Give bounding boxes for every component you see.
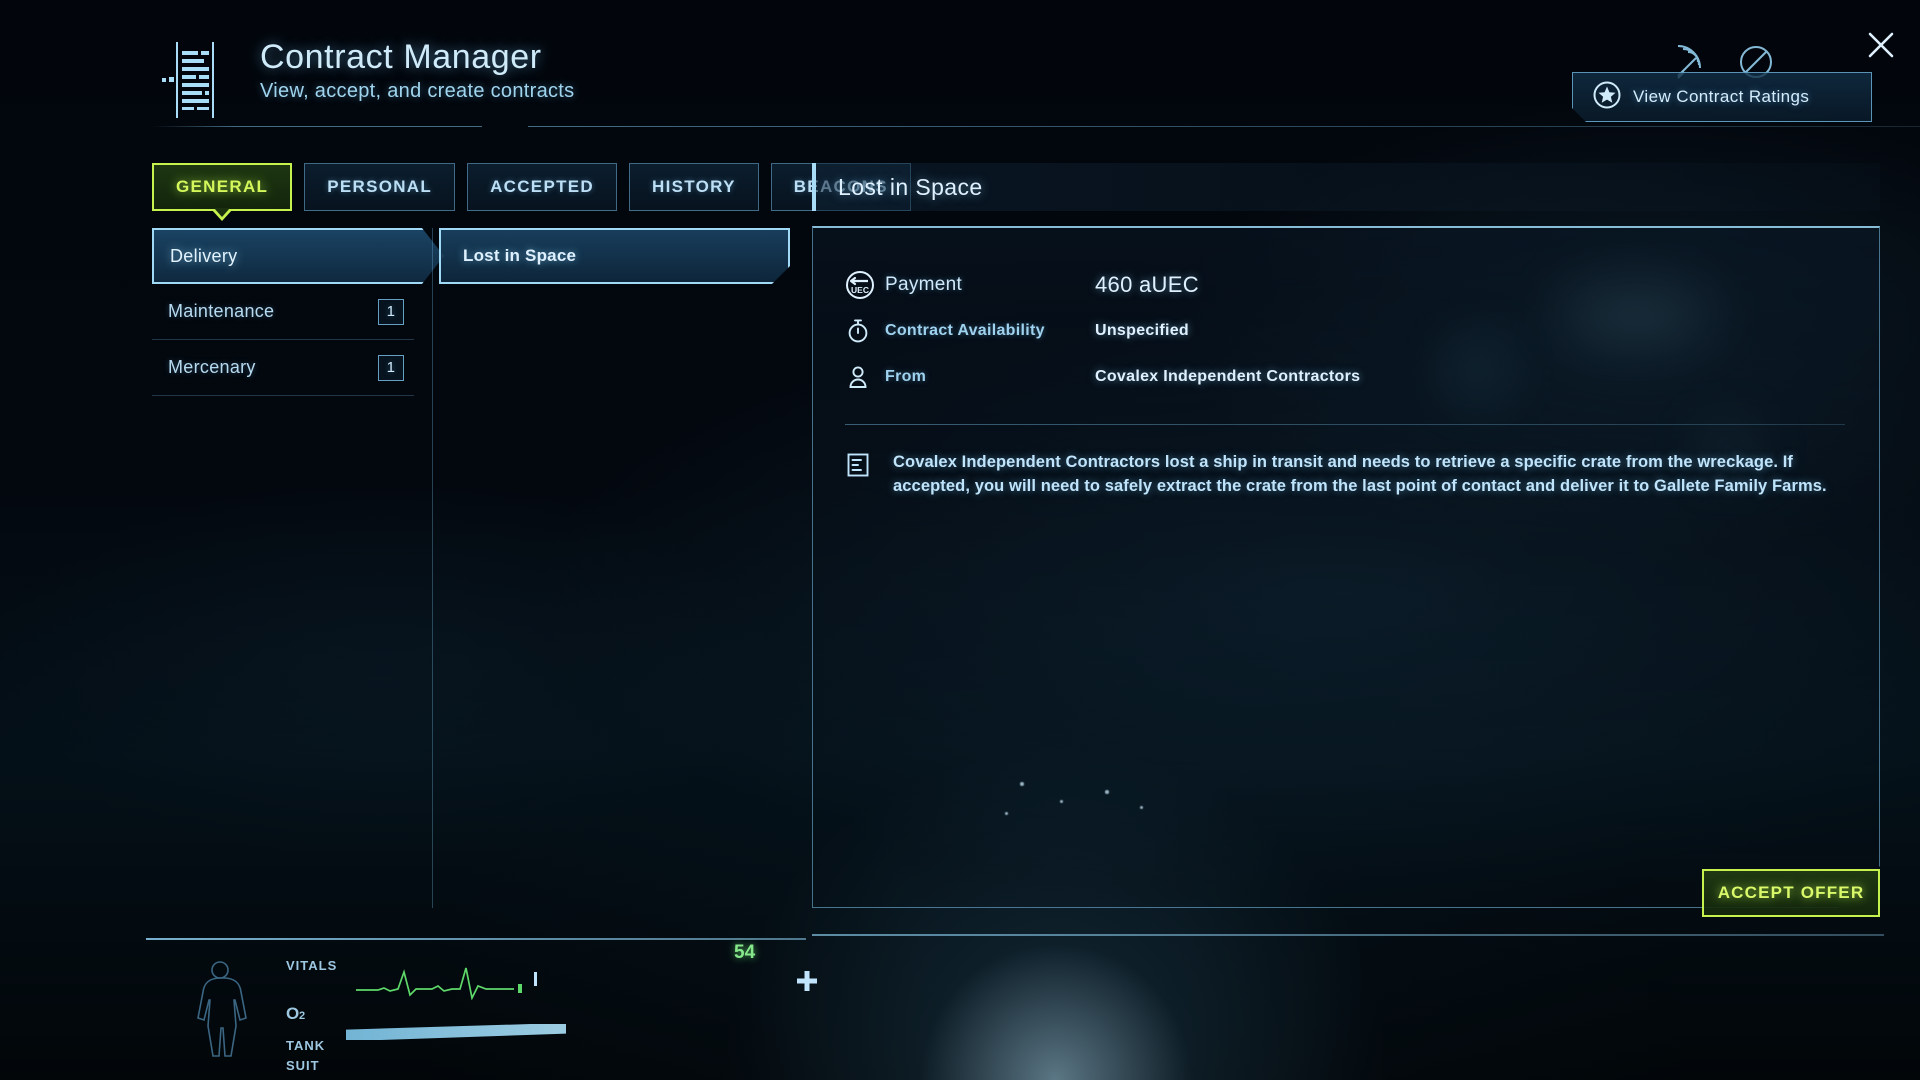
uec-currency-icon: UEC bbox=[845, 270, 885, 300]
title-block: Contract Manager View, accept, and creat… bbox=[260, 38, 574, 103]
tab-bar: GENERAL PERSONAL ACCEPTED HISTORY BEACON… bbox=[152, 163, 911, 211]
detail-row-from: From Covalex Independent Contractors bbox=[845, 354, 1845, 400]
detail-value: Unspecified bbox=[1095, 322, 1189, 339]
contract-description: Covalex Independent Contractors lost a s… bbox=[893, 453, 1827, 496]
list-item[interactable]: Lost in Space bbox=[439, 228, 790, 284]
header-divider-right bbox=[528, 126, 1920, 127]
tab-general[interactable]: GENERAL bbox=[152, 163, 293, 211]
category-label: Delivery bbox=[170, 245, 238, 266]
page-subtitle: View, accept, and create contracts bbox=[260, 80, 575, 102]
o2-level-bar bbox=[346, 1024, 566, 1040]
category-label: Maintenance bbox=[168, 301, 275, 321]
header-divider-left bbox=[152, 126, 482, 127]
description-icon bbox=[845, 450, 871, 498]
tab-label: GENERAL bbox=[176, 177, 269, 196]
detail-row-payment: UEC Payment 460 aUEC bbox=[845, 262, 1845, 308]
vitals-panel: VITALS O 2 TANK SUIT 54 bbox=[286, 942, 817, 1073]
heart-rate-value: 54 bbox=[734, 942, 756, 963]
category-item-maintenance[interactable]: Maintenance 1 bbox=[152, 284, 414, 340]
view-contract-ratings-button[interactable]: View Contract Ratings bbox=[1572, 72, 1872, 122]
detail-label: From bbox=[885, 368, 927, 385]
hud-divider-left bbox=[146, 938, 806, 940]
tab-history[interactable]: HISTORY bbox=[629, 163, 759, 211]
detail-divider bbox=[845, 424, 1845, 425]
document-list-icon bbox=[160, 40, 222, 120]
view-contract-ratings-label: View Contract Ratings bbox=[1633, 87, 1810, 106]
accept-offer-label: ACCEPT OFFER bbox=[1717, 883, 1865, 902]
category-item-delivery[interactable]: Delivery bbox=[152, 228, 444, 284]
body-outline-icon bbox=[182, 958, 258, 1070]
description-block: Covalex Independent Contractors lost a s… bbox=[845, 450, 1850, 498]
detail-row-availability: Contract Availability Unspecified bbox=[845, 308, 1845, 354]
hud-divider-right bbox=[812, 934, 1884, 936]
o2-subscript: 2 bbox=[299, 1010, 307, 1022]
contract-list: Lost in Space bbox=[432, 228, 790, 908]
ecg-waveform-icon bbox=[356, 967, 537, 1000]
detail-label: Payment bbox=[885, 274, 963, 295]
page-title: Contract Manager bbox=[260, 38, 542, 76]
window-header: Contract Manager View, accept, and creat… bbox=[152, 34, 1920, 130]
category-list: Delivery Maintenance 1 Mercenary 1 bbox=[152, 228, 414, 396]
detail-value: 460 aUEC bbox=[1095, 272, 1199, 297]
tank-label: TANK bbox=[286, 1038, 326, 1053]
detail-value: Covalex Independent Contractors bbox=[1095, 368, 1361, 385]
detail-rows: UEC Payment 460 aUEC Contract Availabili… bbox=[845, 262, 1845, 400]
category-count-badge: 1 bbox=[378, 298, 404, 325]
star-badge-icon bbox=[1593, 81, 1621, 114]
tab-label: ACCEPTED bbox=[490, 177, 594, 196]
svg-text:UEC: UEC bbox=[851, 285, 869, 295]
bottom-hud: VITALS O 2 TANK SUIT 54 bbox=[0, 920, 1920, 1080]
medical-cross-icon bbox=[796, 970, 818, 992]
detail-title-bar: Lost in Space bbox=[812, 163, 1880, 211]
detail-panel: UEC Payment 460 aUEC Contract Availabili… bbox=[812, 226, 1880, 908]
suit-label: SUIT bbox=[286, 1058, 320, 1073]
tab-label: PERSONAL bbox=[327, 177, 433, 196]
stopwatch-icon bbox=[845, 316, 885, 346]
tab-label: HISTORY bbox=[652, 177, 736, 196]
category-label: Mercenary bbox=[168, 357, 256, 377]
tab-accepted[interactable]: ACCEPTED bbox=[467, 163, 617, 211]
contract-manager-window: Contract Manager View, accept, and creat… bbox=[0, 0, 1920, 1080]
detail-label: Contract Availability bbox=[885, 322, 1045, 339]
vitals-label: VITALS bbox=[286, 958, 338, 973]
category-count-badge: 1 bbox=[378, 354, 404, 381]
tab-personal[interactable]: PERSONAL bbox=[304, 163, 456, 211]
contract-name: Lost in Space bbox=[463, 246, 577, 265]
detail-contract-title: Lost in Space bbox=[838, 173, 983, 200]
person-icon bbox=[845, 362, 885, 392]
accept-offer-button[interactable]: ACCEPT OFFER bbox=[1702, 869, 1880, 917]
close-icon[interactable] bbox=[1864, 28, 1898, 62]
category-item-mercenary[interactable]: Mercenary 1 bbox=[152, 340, 414, 396]
